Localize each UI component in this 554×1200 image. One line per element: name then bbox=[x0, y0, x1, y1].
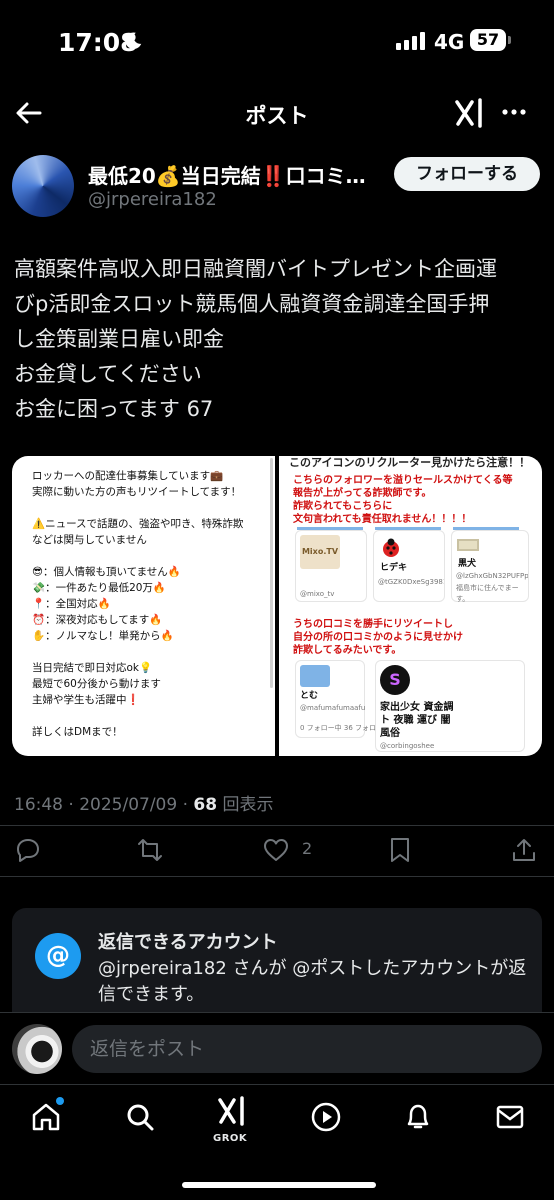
image-text-line: ロッカーへの配達仕事募集しています💼 bbox=[32, 470, 224, 482]
card-bio: 福島市に住んでまーす。 bbox=[456, 584, 519, 603]
card-name: 黒犬 bbox=[458, 559, 477, 569]
image-red-text: 詐欺してるみたいです。 bbox=[293, 645, 402, 656]
scammer-card: とむ @mafumafumaafu 0 フォロー中 36 フォロワー bbox=[295, 660, 390, 738]
divider bbox=[0, 825, 554, 826]
image-red-text: こちらのフォロワーを溢りセールスかけてくる等 bbox=[293, 475, 513, 486]
top-bar: ポスト bbox=[0, 90, 554, 140]
reply-permission-description: @jrpereira182 さんが @ポストしたアカウントが返信できます。 bbox=[98, 958, 527, 1005]
image-text-line: などは関与していません bbox=[32, 534, 147, 546]
share-icon[interactable] bbox=[510, 836, 538, 864]
post-line: し金策副業日雇い即金 bbox=[14, 327, 224, 351]
image-text-line: ✋：ノルマなし！単発から🔥 bbox=[32, 630, 174, 642]
more-options-icon[interactable] bbox=[500, 102, 528, 122]
card-name: ヒデキ bbox=[380, 563, 408, 573]
image-text-line: ⚠️ニュースで話題の、強盗や叩き、特殊詐欺 bbox=[32, 518, 244, 530]
post-line: お金貸してください bbox=[14, 362, 202, 386]
bell-icon[interactable] bbox=[402, 1101, 434, 1133]
home-indicator bbox=[182, 1182, 376, 1188]
image-red-text: うちの口コミを勝手にリツイートし bbox=[293, 619, 453, 630]
image-red-text: 詐欺られてもこちらに bbox=[293, 501, 393, 512]
image-text-line: 📍：全国対応🔥 bbox=[32, 598, 111, 610]
bookmark-icon[interactable] bbox=[386, 836, 414, 864]
card-handle: @mafumafumaafu bbox=[300, 704, 366, 712]
reply-icon[interactable] bbox=[14, 836, 42, 864]
at-icon: @ bbox=[35, 933, 81, 979]
bottom-nav: GROK bbox=[0, 1084, 554, 1200]
scammer-card: 黒犬 @lzGhxGbN32PUFPp 福島市に住んでまーす。 bbox=[451, 530, 529, 603]
status-bar: 17:08 4G 57 bbox=[0, 0, 554, 84]
grok-tab-label: GROK bbox=[213, 1133, 248, 1144]
post-actions: 2 bbox=[0, 832, 554, 868]
card-handle: @tGZK0DxeSg39817 bbox=[378, 578, 444, 586]
home-icon[interactable] bbox=[30, 1101, 62, 1133]
mixo-logo: Mixo.TV bbox=[300, 535, 340, 569]
divider bbox=[0, 876, 554, 877]
image-red-text: 報告が上がってる詐欺師です。 bbox=[293, 488, 432, 499]
scammer-card: S 家出少女 資金調 ト 夜職 運び 闇 風俗 @corbingoshee bbox=[375, 660, 525, 752]
image-text-line: 最短で60分後から動けます bbox=[32, 678, 161, 690]
post-line: お金に困ってます 67 bbox=[14, 397, 214, 421]
card-name: とむ bbox=[300, 691, 319, 701]
author-handle[interactable]: @jrpereira182 bbox=[88, 189, 217, 210]
post-line: 高額案件高収入即日融資闇バイトプレゼント企画運 bbox=[14, 257, 497, 281]
post-media: ロッカーへの配達仕事募集しています💼 実際に動いた方の声もリツイートしてます！ … bbox=[12, 456, 542, 756]
grok-tab-icon[interactable] bbox=[216, 1095, 248, 1127]
search-icon[interactable] bbox=[124, 1101, 156, 1133]
image-text-line: 主婦や学生も活躍中❗ bbox=[32, 694, 140, 706]
image-text-line: 当日完結で即日対応ok💡 bbox=[32, 662, 153, 674]
image-text-line: ⏰：深夜対応もしてます🔥 bbox=[32, 614, 163, 626]
ladybug-icon bbox=[383, 538, 399, 557]
signal-icon bbox=[396, 32, 425, 50]
reply-input[interactable]: 返信をポスト bbox=[72, 1025, 542, 1073]
moon-icon bbox=[125, 32, 142, 49]
post-timestamp: 16:48 · 2025/07/09 · bbox=[14, 795, 194, 815]
author-avatar[interactable] bbox=[12, 155, 74, 217]
image-red-text: 自分の所の口コミかのように見せかけ bbox=[293, 632, 463, 643]
play-circle-icon[interactable] bbox=[310, 1101, 342, 1133]
card-handle: @corbingoshee bbox=[380, 742, 435, 750]
image-warning: このアイコンのリクルーター見かけたら注意！！ bbox=[289, 456, 531, 469]
card-handle: @lzGhxGbN32PUFPp bbox=[456, 572, 528, 580]
card-name: 家出少女 資金調 ト 夜職 運び 闇 風俗 bbox=[380, 702, 454, 739]
repost-icon[interactable] bbox=[136, 836, 164, 864]
view-label: 回表示 bbox=[217, 795, 274, 815]
money-stack-icon bbox=[457, 539, 479, 551]
grok-icon[interactable] bbox=[452, 96, 486, 130]
image-scrollbar bbox=[270, 458, 273, 688]
card-handle: @mixo_tv bbox=[300, 590, 335, 598]
reply-permission-title: 返信できるアカウント bbox=[98, 932, 278, 953]
author-name[interactable]: 最低20💰当日完結‼️口コミ… bbox=[88, 160, 380, 189]
like-count: 2 bbox=[302, 839, 313, 858]
view-count: 68 bbox=[193, 795, 218, 815]
reply-permission-card: @ 返信できるアカウント @jrpereira182 さんが @ポストしたアカウ… bbox=[12, 908, 542, 1018]
scammer-card: ヒデキ @tGZK0DxeSg39817 bbox=[373, 530, 445, 602]
post-image-left[interactable]: ロッカーへの配達仕事募集しています💼 実際に動いた方の声もリツイートしてます！ … bbox=[12, 456, 275, 756]
post-line: びp活即金スロット競馬個人融資資金調達全国手押 bbox=[14, 292, 490, 316]
battery-tip bbox=[508, 36, 511, 44]
like-icon[interactable] bbox=[262, 836, 290, 864]
mail-icon[interactable] bbox=[494, 1101, 526, 1133]
post-image-right[interactable]: このアイコンのリクルーター見かけたら注意！！ こちらのフォロワーを溢りセールスか… bbox=[279, 456, 542, 756]
post-text: 高額案件高収入即日融資闇バイトプレゼント企画運 びp活即金スロット競馬個人融資資… bbox=[14, 252, 542, 427]
network-type: 4G bbox=[434, 30, 465, 54]
reply-compose-bar: 返信をポスト bbox=[0, 1012, 554, 1084]
image-red-text: 文句言われても責任取れません！！！！ bbox=[293, 514, 472, 525]
battery-icon: 57 bbox=[470, 29, 506, 51]
image-text-line: 実際に動いた方の声もリツイートしてます！ bbox=[32, 486, 242, 498]
card-avatar: S bbox=[380, 665, 410, 695]
image-text-line: 💸：一件あたり最低20万🔥 bbox=[32, 582, 167, 594]
user-avatar[interactable] bbox=[12, 1024, 62, 1074]
notification-dot bbox=[56, 1097, 64, 1105]
post-meta: 16:48 · 2025/07/09 · 68 回表示 bbox=[14, 790, 273, 815]
follow-button[interactable]: フォローする bbox=[394, 157, 540, 191]
scammer-card: Mixo.TV @mixo_tv bbox=[295, 530, 367, 602]
image-text-line: 詳しくはDMまで！ bbox=[32, 726, 123, 738]
card-avatar bbox=[300, 665, 330, 687]
image-text-line: 😎：個人情報も頂いてません🔥 bbox=[32, 566, 181, 578]
